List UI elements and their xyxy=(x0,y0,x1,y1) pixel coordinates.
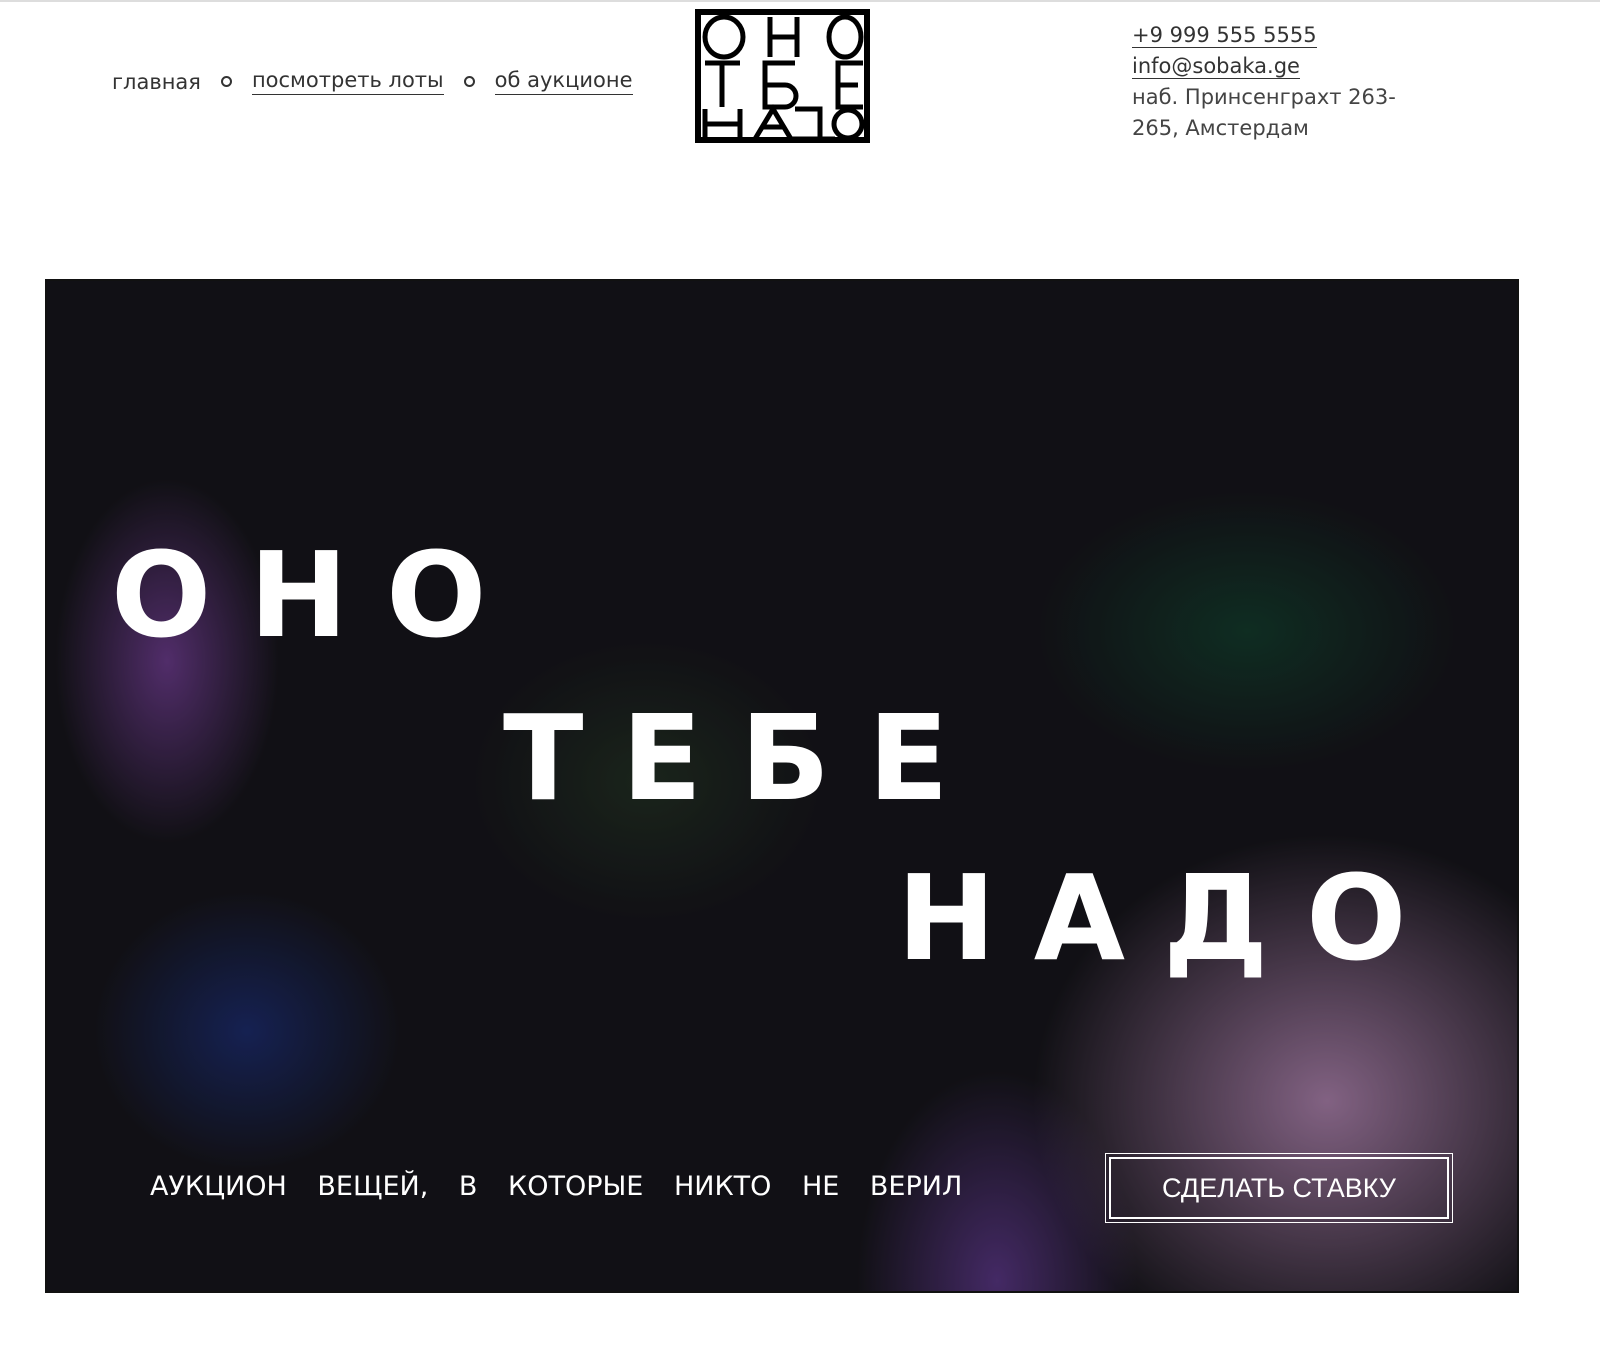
address-line: наб. Принсенграхт 263- xyxy=(1132,85,1396,109)
hero-banner: ОНО ТЕБЕ НАДО АУКЦИОН ВЕЩЕЙ, В КОТОРЫЕ Н… xyxy=(45,279,1519,1293)
main-nav: главная посмотреть лоты об аукционе xyxy=(112,68,633,95)
logo[interactable] xyxy=(695,9,870,143)
nav-lots[interactable]: посмотреть лоты xyxy=(251,68,444,95)
email-link[interactable]: info@sobaka.ge xyxy=(1132,54,1300,79)
nav-about[interactable]: об аукционе xyxy=(494,68,633,95)
contacts: +9 999 555 5555 info@sobaka.ge наб. Прин… xyxy=(1132,20,1396,144)
place-bid-button[interactable]: СДЕЛАТЬ СТАВКУ xyxy=(1105,1153,1453,1223)
hero-title-line3: НАДО xyxy=(897,849,1445,987)
hero-title-line1: ОНО xyxy=(111,526,525,664)
phone-link[interactable]: +9 999 555 5555 xyxy=(1132,23,1317,48)
bullet-icon xyxy=(220,76,232,87)
address-line: 265, Амстердам xyxy=(1132,116,1309,140)
top-divider xyxy=(0,0,1600,2)
hero-subtitle: АУКЦИОН ВЕЩЕЙ, В КОТОРЫЕ НИКТО НЕ ВЕРИЛ xyxy=(150,1171,963,1202)
bullet-icon xyxy=(463,76,475,87)
nav-home[interactable]: главная xyxy=(112,70,201,94)
hero-title-line2: ТЕБЕ xyxy=(503,689,987,827)
